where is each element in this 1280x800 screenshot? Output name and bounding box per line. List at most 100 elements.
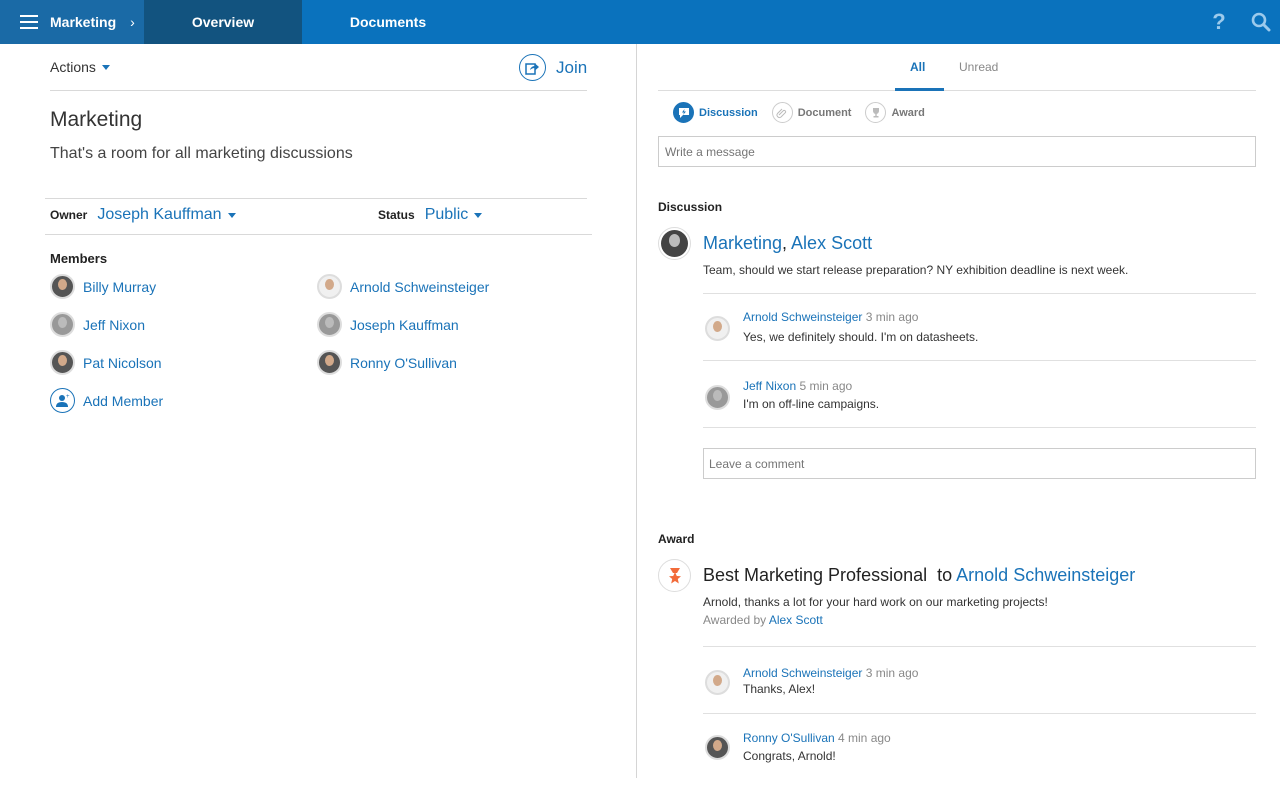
award-title: Best Marketing Professional to Arnold Sc…: [703, 565, 1135, 586]
avatar: [705, 735, 730, 760]
divider: [703, 646, 1256, 647]
post-type-label: Document: [797, 106, 852, 119]
avatar: [705, 385, 730, 410]
share-icon: [519, 54, 546, 81]
member-name: Pat Nicolson: [83, 354, 162, 371]
tab-all[interactable]: All: [910, 60, 925, 74]
medal-icon: [668, 567, 681, 583]
avatar: [50, 350, 75, 375]
award-badge: [658, 559, 691, 592]
comment-time: 3 min ago: [865, 310, 919, 324]
home-menu[interactable]: Marketing ›: [0, 0, 144, 44]
avatar: [317, 274, 342, 299]
members-heading: Members: [50, 251, 108, 266]
avatar: [705, 670, 730, 695]
post-type-label: Award: [891, 106, 925, 119]
status-value: Public: [424, 206, 469, 223]
room-details-pane: Actions Join Marketing That's a room for…: [0, 44, 637, 778]
avatar: [50, 312, 75, 337]
award-recipient-link[interactable]: Arnold Schweinsteiger: [956, 565, 1135, 585]
comment-author[interactable]: Jeff Nixon: [743, 379, 796, 393]
post-type-document[interactable]: Document: [771, 102, 852, 123]
member-item[interactable]: Jeff Nixon: [50, 312, 145, 337]
divider: [703, 713, 1256, 714]
help-icon[interactable]: ?: [1206, 0, 1232, 44]
owner-value: Joseph Kauffman: [97, 206, 222, 223]
avatar: [50, 274, 75, 299]
add-member-button[interactable]: + Add Member: [50, 388, 163, 413]
comment-author[interactable]: Ronny O'Sullivan: [743, 731, 835, 745]
room-link[interactable]: Marketing: [703, 233, 782, 253]
owner-label: Owner: [50, 208, 88, 222]
post-type-selector: Discussion Document Award: [673, 102, 925, 123]
activity-stream-pane: All Unread Discussion Document Award Dis…: [638, 44, 1280, 800]
discussion-body: Team, should we start release preparatio…: [703, 263, 1129, 277]
divider: [703, 360, 1256, 361]
avatar: [705, 316, 730, 341]
discussion-icon: [673, 102, 694, 123]
avatar: [317, 312, 342, 337]
comment-text: I'm on off-line campaigns.: [743, 397, 880, 411]
awarded-by: Awarded by Alex Scott: [703, 613, 823, 627]
join-button[interactable]: Join: [519, 54, 587, 81]
comment-time: 4 min ago: [838, 731, 891, 745]
divider: [703, 293, 1256, 294]
comment-author[interactable]: Arnold Schweinsteiger: [743, 310, 862, 324]
award-name: Best Marketing Professional: [703, 565, 928, 585]
member-name: Jeff Nixon: [83, 316, 145, 333]
divider: [703, 427, 1256, 428]
tab-unread[interactable]: Unread: [959, 60, 998, 74]
post-type-discussion[interactable]: Discussion: [673, 102, 758, 123]
search-icon[interactable]: [1248, 0, 1274, 44]
awarded-by-label: Awarded by: [703, 613, 767, 627]
trophy-icon: [865, 102, 887, 123]
status-field: Status Public: [378, 206, 483, 224]
member-item[interactable]: Joseph Kauffman: [317, 312, 459, 337]
actions-label: Actions: [50, 59, 96, 75]
divider: [45, 234, 592, 235]
caret-down-icon: [474, 212, 483, 218]
member-item[interactable]: Arnold Schweinsteiger: [317, 274, 489, 299]
app-title[interactable]: Marketing: [50, 14, 116, 30]
caret-down-icon: [101, 64, 110, 70]
hamburger-menu-icon[interactable]: [20, 15, 38, 29]
award-body: Arnold, thanks a lot for your hard work …: [703, 595, 1048, 609]
member-item[interactable]: Billy Murray: [50, 274, 156, 299]
discussion-title: Marketing, Alex Scott: [703, 233, 872, 254]
member-item[interactable]: Pat Nicolson: [50, 350, 162, 375]
tab-documents[interactable]: Documents: [302, 0, 474, 44]
active-tab-indicator: [895, 88, 944, 91]
chevron-right-icon: ›: [130, 14, 135, 30]
room-title: Marketing: [50, 108, 143, 131]
member-name: Joseph Kauffman: [350, 316, 459, 333]
author-link[interactable]: Alex Scott: [791, 233, 872, 253]
paperclip-icon: [771, 102, 793, 123]
comment-author[interactable]: Arnold Schweinsteiger: [743, 666, 862, 680]
join-label: Join: [556, 57, 588, 77]
discussion-section-label: Discussion: [658, 200, 723, 214]
divider: [658, 90, 1256, 91]
comment-input[interactable]: [703, 448, 1256, 479]
add-user-icon: +: [50, 388, 75, 413]
member-name: Arnold Schweinsteiger: [350, 278, 490, 295]
comment-text: Thanks, Alex!: [743, 682, 816, 696]
comment-time: 3 min ago: [865, 666, 919, 680]
owner-dropdown[interactable]: Joseph Kauffman: [97, 206, 236, 224]
message-input[interactable]: [658, 136, 1256, 167]
awarded-by-link[interactable]: Alex Scott: [769, 613, 823, 627]
actions-dropdown[interactable]: Actions: [50, 59, 110, 75]
comment-text: Congrats, Arnold!: [743, 749, 836, 763]
svg-text:+: +: [66, 394, 70, 400]
comment-text: Yes, we definitely should. I'm on datash…: [743, 330, 979, 344]
avatar: [658, 227, 691, 260]
member-name: Ronny O'Sullivan: [350, 354, 457, 371]
caret-down-icon: [227, 212, 236, 218]
divider: [50, 90, 587, 91]
tab-overview[interactable]: Overview: [144, 0, 302, 44]
owner-field: Owner Joseph Kauffman: [50, 206, 236, 224]
member-item[interactable]: Ronny O'Sullivan: [317, 350, 457, 375]
divider: [45, 198, 587, 199]
post-type-award[interactable]: Award: [865, 102, 925, 123]
award-section-label: Award: [658, 532, 695, 546]
status-dropdown[interactable]: Public: [425, 206, 483, 224]
